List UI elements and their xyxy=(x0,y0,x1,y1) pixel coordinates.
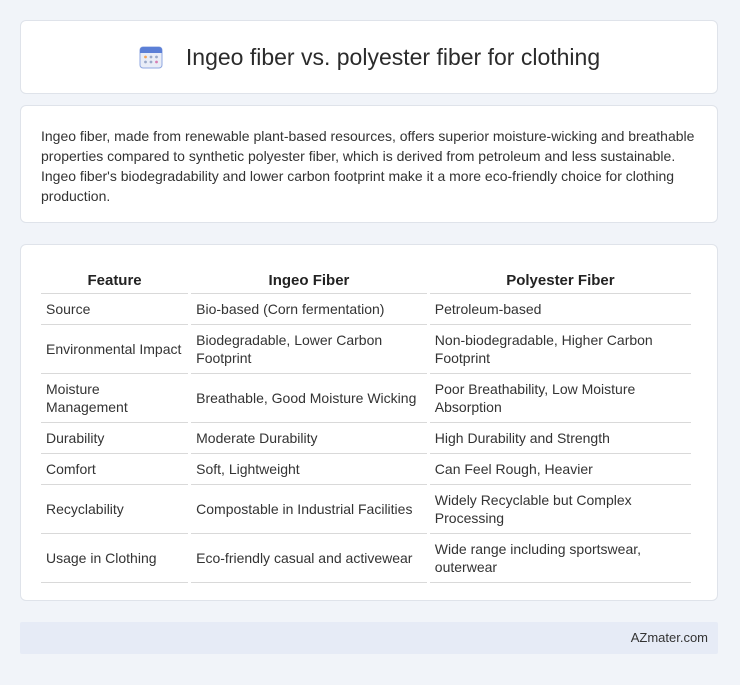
ingeo-cell: Bio-based (Corn fermentation) xyxy=(191,294,427,325)
feature-cell: Source xyxy=(41,294,189,325)
ingeo-cell: Moderate Durability xyxy=(191,423,427,454)
polyester-cell: Non-biodegradable, Higher Carbon Footpri… xyxy=(429,325,691,374)
polyester-cell: Poor Breathability, Low Moisture Absorpt… xyxy=(429,374,691,423)
feature-cell: Usage in Clothing xyxy=(41,534,189,583)
comparison-table: Feature Ingeo Fiber Polyester Fiber Sour… xyxy=(38,263,694,583)
feature-cell: Recyclability xyxy=(41,485,189,534)
table-row: Moisture Management Breathable, Good Moi… xyxy=(41,374,691,423)
polyester-cell: High Durability and Strength xyxy=(429,423,691,454)
polyester-cell: Wide range including sportswear, outerwe… xyxy=(429,534,691,583)
page-title: Ingeo fiber vs. polyester fiber for clot… xyxy=(185,43,601,70)
table-row: Environmental Impact Biodegradable, Lowe… xyxy=(41,325,691,374)
polyester-cell: Petroleum-based xyxy=(429,294,691,325)
table-row: Comfort Soft, Lightweight Can Feel Rough… xyxy=(41,454,691,485)
intro-paragraph: Ingeo fiber, made from renewable plant-b… xyxy=(41,128,695,204)
intro-card: Ingeo fiber, made from renewable plant-b… xyxy=(20,105,718,223)
ingeo-cell: Compostable in Industrial Facilities xyxy=(191,485,427,534)
table-row: Source Bio-based (Corn fermentation) Pet… xyxy=(41,294,691,325)
feature-cell: Durability xyxy=(41,423,189,454)
ingeo-cell: Breathable, Good Moisture Wicking xyxy=(191,374,427,423)
calendar-icon xyxy=(139,46,163,69)
ingeo-cell: Biodegradable, Lower Carbon Footprint xyxy=(191,325,427,374)
column-header-feature: Feature xyxy=(41,263,189,294)
title-card: Ingeo fiber vs. polyester fiber for clot… xyxy=(20,20,718,94)
column-header-polyester: Polyester Fiber xyxy=(429,263,691,294)
footer-bar: AZmater.com xyxy=(20,622,718,654)
table-row: Durability Moderate Durability High Dura… xyxy=(41,423,691,454)
ingeo-cell: Eco-friendly casual and activewear xyxy=(191,534,427,583)
ingeo-cell: Soft, Lightweight xyxy=(191,454,427,485)
polyester-cell: Can Feel Rough, Heavier xyxy=(429,454,691,485)
column-header-ingeo: Ingeo Fiber xyxy=(191,263,427,294)
feature-cell: Environmental Impact xyxy=(41,325,189,374)
comparison-card: Feature Ingeo Fiber Polyester Fiber Sour… xyxy=(20,244,718,601)
table-header-row: Feature Ingeo Fiber Polyester Fiber xyxy=(41,263,691,294)
table-row: Recyclability Compostable in Industrial … xyxy=(41,485,691,534)
feature-cell: Moisture Management xyxy=(41,374,189,423)
polyester-cell: Widely Recyclable but Complex Processing xyxy=(429,485,691,534)
table-row: Usage in Clothing Eco-friendly casual an… xyxy=(41,534,691,583)
footer-brand[interactable]: AZmater.com xyxy=(631,630,708,645)
feature-cell: Comfort xyxy=(41,454,189,485)
